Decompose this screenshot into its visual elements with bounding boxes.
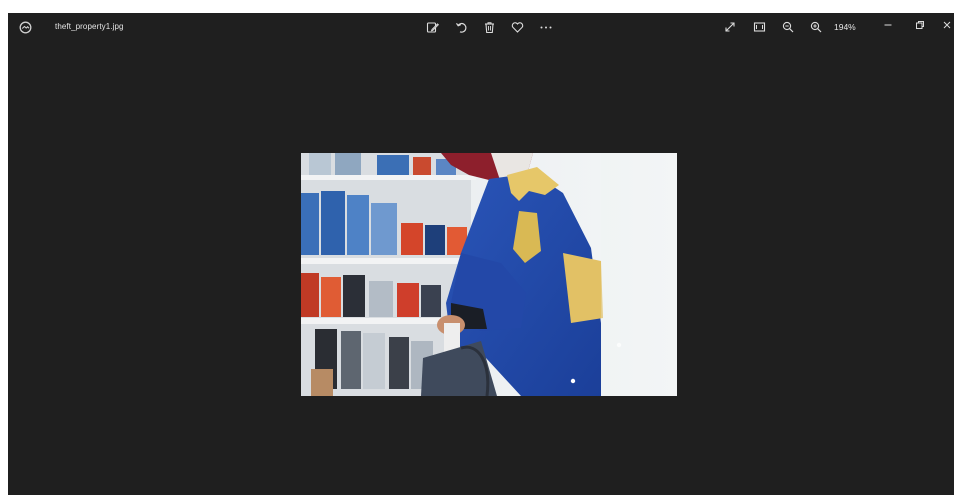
favorite-button[interactable] [506,17,528,37]
edit-image-button[interactable] [421,17,443,37]
zoom-out-button[interactable] [777,17,799,37]
restore-icon [915,17,925,35]
title-bar: theft_property1.jpg 194% [8,13,954,41]
favorite-heart-icon [511,21,524,34]
fit-to-window-button[interactable] [748,17,770,37]
restore-button[interactable] [908,16,932,36]
photo-illustration [301,153,677,396]
close-icon [942,17,952,35]
full-screen-button[interactable] [719,17,741,37]
more-options-button[interactable] [535,17,557,37]
zoom-in-icon [810,21,822,33]
close-button[interactable] [940,16,954,36]
full-screen-icon [724,21,736,33]
delete-icon [483,21,496,34]
displayed-photo[interactable] [301,153,677,396]
minimize-button[interactable] [876,16,900,36]
delete-button[interactable] [478,17,500,37]
minimize-icon [883,17,893,35]
rotate-button[interactable] [450,17,472,37]
zoom-in-button[interactable] [805,17,827,37]
file-name-title: theft_property1.jpg [55,22,124,31]
more-options-icon [539,21,553,34]
rotate-icon [455,21,468,34]
photos-app-icon[interactable] [12,16,38,38]
edit-image-icon [426,21,439,34]
zoom-out-icon [782,21,794,33]
fit-to-window-icon [753,21,766,33]
zoom-level-label[interactable]: 194% [834,22,856,32]
photos-viewer-window: theft_property1.jpg 194% [8,13,954,495]
